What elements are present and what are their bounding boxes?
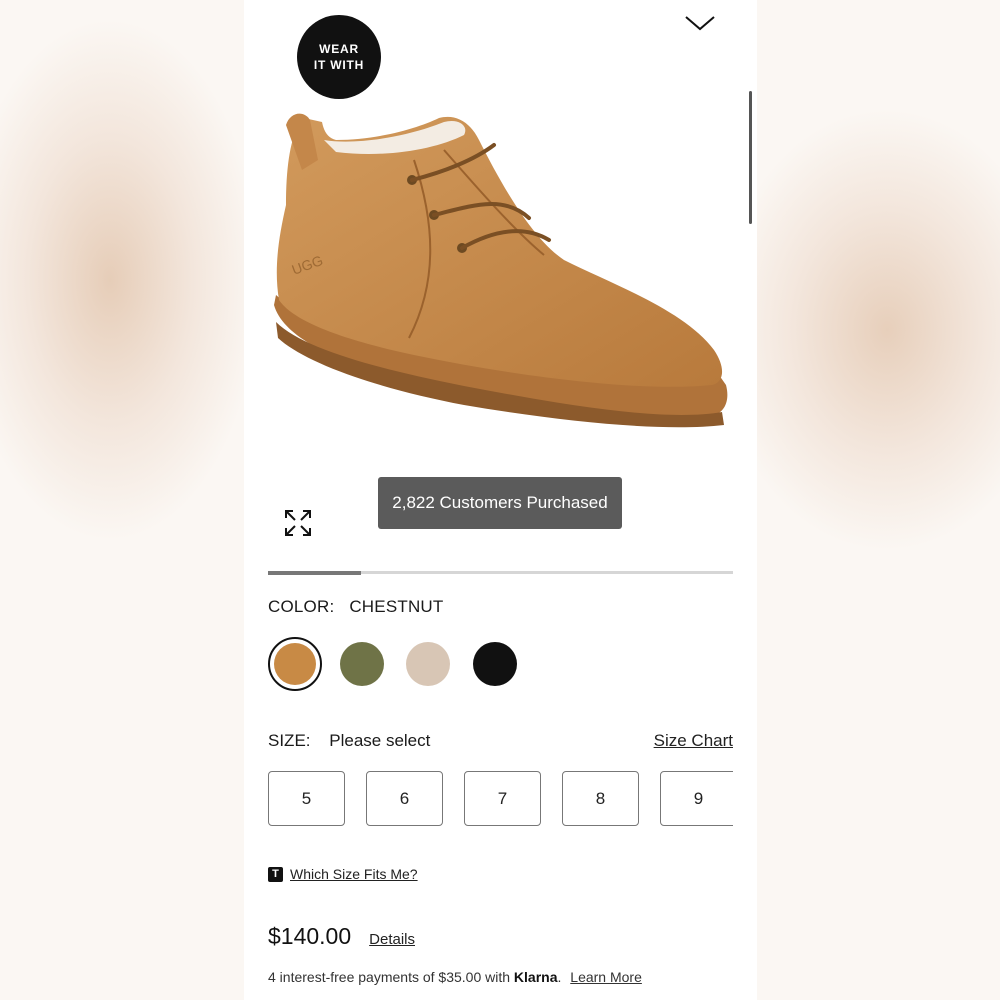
swatch-black[interactable] bbox=[473, 642, 517, 686]
customers-purchased-badge: 2,822 Customers Purchased bbox=[378, 477, 622, 529]
swatch-chestnut[interactable] bbox=[268, 637, 322, 691]
wear-it-with-badge[interactable]: WEAR IT WITH bbox=[297, 15, 381, 99]
product-page: WEAR IT WITH UGG 2,822 Customers Purchas… bbox=[244, 0, 757, 1000]
color-row: COLOR: CHESTNUT bbox=[268, 597, 443, 617]
klarna-installments: 4 interest-free payments of $35.00 with … bbox=[268, 969, 642, 985]
swatch-chestnut-fill bbox=[274, 643, 316, 685]
background-right bbox=[757, 0, 1000, 1000]
size-button-8[interactable]: 8 bbox=[562, 771, 639, 826]
size-button-7[interactable]: 7 bbox=[464, 771, 541, 826]
color-selected-value: CHESTNUT bbox=[349, 597, 444, 616]
klarna-dot: . bbox=[557, 969, 562, 985]
size-fit-row: T Which Size Fits Me? bbox=[268, 866, 418, 882]
swatch-sand[interactable] bbox=[406, 642, 450, 686]
price: $140.00 bbox=[268, 923, 352, 949]
badge-line-1: WEAR bbox=[319, 42, 359, 56]
which-size-fits-link[interactable]: Which Size Fits Me? bbox=[290, 866, 418, 882]
size-selected-value: Please select bbox=[329, 731, 431, 750]
expand-icon[interactable] bbox=[284, 509, 312, 537]
details-link[interactable]: Details bbox=[369, 931, 415, 948]
size-label: SIZE: bbox=[268, 731, 311, 750]
fit-predictor-icon: T bbox=[268, 866, 283, 882]
swatch-olive[interactable] bbox=[340, 642, 384, 686]
chevron-down-icon[interactable] bbox=[684, 12, 716, 34]
color-label: COLOR: bbox=[268, 597, 335, 616]
product-image-boot: UGG bbox=[274, 113, 728, 428]
size-button-5[interactable]: 5 bbox=[268, 771, 345, 826]
size-row: SIZE: Please select Size Chart bbox=[268, 731, 733, 751]
learn-more-link[interactable]: Learn More bbox=[570, 969, 642, 985]
klarna-logo: Klarna bbox=[513, 969, 558, 985]
badge-line-2: IT WITH bbox=[313, 58, 365, 72]
size-options: 5 6 7 8 9 bbox=[268, 771, 733, 829]
klarna-text: 4 interest-free payments of $35.00 with bbox=[268, 969, 511, 985]
size-button-9[interactable]: 9 bbox=[660, 771, 733, 826]
size-button-6[interactable]: 6 bbox=[366, 771, 443, 826]
gallery-progress-fill bbox=[268, 571, 361, 575]
price-row: $140.00 Details bbox=[268, 923, 415, 950]
scrollbar[interactable] bbox=[749, 91, 752, 224]
gallery-progress-track bbox=[268, 571, 733, 575]
size-chart-link[interactable]: Size Chart bbox=[654, 731, 733, 751]
